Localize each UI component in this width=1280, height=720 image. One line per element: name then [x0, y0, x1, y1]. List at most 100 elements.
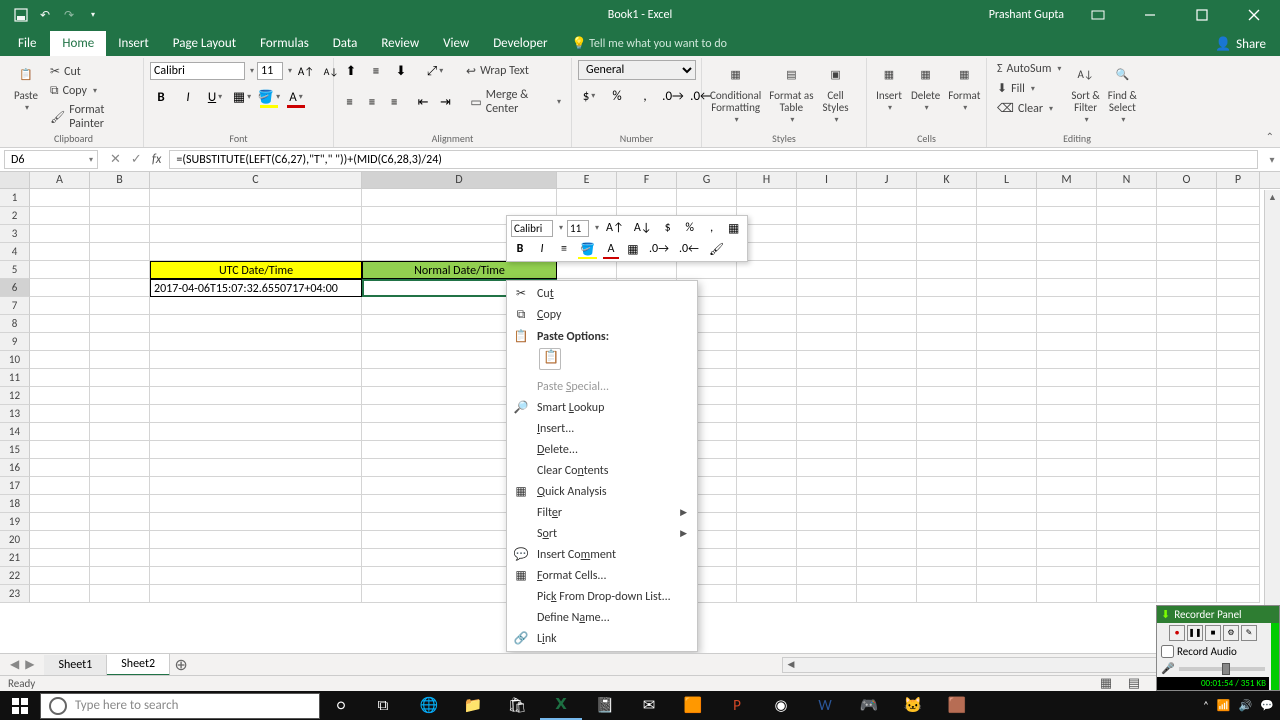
row-header-14[interactable]: 14	[0, 423, 30, 441]
cell-J17[interactable]	[857, 477, 917, 495]
cell-B10[interactable]	[90, 351, 150, 369]
cell-O21[interactable]	[1157, 549, 1217, 567]
cell-H10[interactable]	[737, 351, 797, 369]
cell-P23[interactable]	[1217, 585, 1260, 603]
scroll-up-icon[interactable]: ▲	[1265, 190, 1280, 206]
cell-J10[interactable]	[857, 351, 917, 369]
cell-M3[interactable]	[1037, 225, 1097, 243]
cell-B3[interactable]	[90, 225, 150, 243]
cell-K10[interactable]	[917, 351, 977, 369]
cell-O3[interactable]	[1157, 225, 1217, 243]
recorder-record-icon[interactable]: ●	[1169, 625, 1185, 641]
cell-A15[interactable]	[30, 441, 90, 459]
row-header-8[interactable]: 8	[0, 315, 30, 333]
cell-A13[interactable]	[30, 405, 90, 423]
cell-H6[interactable]	[737, 279, 797, 297]
decrease-indent-icon[interactable]: ⇤	[413, 91, 432, 113]
cell-M13[interactable]	[1037, 405, 1097, 423]
cell-C20[interactable]	[150, 531, 362, 549]
taskbar-word-icon[interactable]: W	[804, 691, 846, 720]
increase-indent-icon[interactable]: ⇥	[436, 91, 455, 113]
cell-C22[interactable]	[150, 567, 362, 585]
cell-C15[interactable]	[150, 441, 362, 459]
cell-N14[interactable]	[1097, 423, 1157, 441]
cell-N13[interactable]	[1097, 405, 1157, 423]
find-select-button[interactable]: 🔍Find & Select▾	[1106, 60, 1139, 127]
cell-O12[interactable]	[1157, 387, 1217, 405]
cell-O19[interactable]	[1157, 513, 1217, 531]
col-header-N[interactable]: N	[1097, 172, 1157, 188]
undo-icon[interactable]: ↶	[36, 6, 54, 24]
row-header-1[interactable]: 1	[0, 189, 30, 207]
format-painter-button[interactable]: 🖌Format Painter	[46, 101, 137, 133]
tab-view[interactable]: View	[431, 31, 481, 56]
format-cells-button[interactable]: ▦Format▾	[946, 60, 982, 115]
row-header-23[interactable]: 23	[0, 585, 30, 603]
menu-copy[interactable]: ⧉Copy	[507, 304, 697, 325]
cell-K1[interactable]	[917, 189, 977, 207]
cell-L20[interactable]	[977, 531, 1037, 549]
sheet-nav-prev-icon[interactable]: ◀	[10, 657, 19, 672]
cell-O18[interactable]	[1157, 495, 1217, 513]
cell-K18[interactable]	[917, 495, 977, 513]
cell-A23[interactable]	[30, 585, 90, 603]
cell-K15[interactable]	[917, 441, 977, 459]
mini-currency-icon[interactable]: $	[659, 219, 677, 237]
cell-L19[interactable]	[977, 513, 1037, 531]
cell-C1[interactable]	[150, 189, 362, 207]
col-header-J[interactable]: J	[857, 172, 917, 188]
col-header-L[interactable]: L	[977, 172, 1037, 188]
cell-N4[interactable]	[1097, 243, 1157, 261]
cell-J12[interactable]	[857, 387, 917, 405]
cell-P16[interactable]	[1217, 459, 1260, 477]
recorder-settings-icon[interactable]: ⚙	[1223, 625, 1239, 641]
align-middle-icon[interactable]: ≡	[365, 60, 387, 82]
copy-button[interactable]: ⧉Copy▾	[46, 82, 137, 100]
cell-I16[interactable]	[797, 459, 857, 477]
cell-B14[interactable]	[90, 423, 150, 441]
mini-italic-icon[interactable]: I	[533, 240, 551, 258]
cell-J15[interactable]	[857, 441, 917, 459]
cell-J4[interactable]	[857, 243, 917, 261]
row-header-10[interactable]: 10	[0, 351, 30, 369]
cell-H7[interactable]	[737, 297, 797, 315]
comma-format-button[interactable]: ,	[634, 85, 656, 107]
cell-H5[interactable]	[737, 261, 797, 279]
cell-B11[interactable]	[90, 369, 150, 387]
cell-P19[interactable]	[1217, 513, 1260, 531]
cell-P17[interactable]	[1217, 477, 1260, 495]
cell-M21[interactable]	[1037, 549, 1097, 567]
orientation-icon[interactable]: ⤢▾	[424, 60, 446, 82]
cell-C21[interactable]	[150, 549, 362, 567]
align-right-icon[interactable]: ≡	[385, 91, 404, 113]
audio-slider[interactable]	[1179, 667, 1265, 671]
increase-decimal-button[interactable]: .0→	[662, 85, 684, 107]
cell-O2[interactable]	[1157, 207, 1217, 225]
cell-L5[interactable]	[977, 261, 1037, 279]
cell-I11[interactable]	[797, 369, 857, 387]
qat-customize-icon[interactable]: ▾	[84, 6, 102, 24]
cell-N9[interactable]	[1097, 333, 1157, 351]
col-header-B[interactable]: B	[90, 172, 150, 188]
cell-J1[interactable]	[857, 189, 917, 207]
col-header-O[interactable]: O	[1157, 172, 1217, 188]
cell-N18[interactable]	[1097, 495, 1157, 513]
expand-formula-bar-icon[interactable]: ▾	[1264, 148, 1280, 171]
taskbar-app4-icon[interactable]: 🟫	[936, 691, 978, 720]
row-header-4[interactable]: 4	[0, 243, 30, 261]
recorder-pause-icon[interactable]: ❚❚	[1187, 625, 1203, 641]
cell-O1[interactable]	[1157, 189, 1217, 207]
cell-P6[interactable]	[1217, 279, 1260, 297]
menu-cut[interactable]: ✂Cut	[507, 283, 697, 304]
taskbar-powerpoint-icon[interactable]: P	[716, 691, 758, 720]
tab-formulas[interactable]: Formulas	[248, 31, 321, 56]
mini-shrink-font-icon[interactable]: A↓	[631, 219, 655, 237]
fx-icon[interactable]: fx	[152, 152, 162, 167]
taskbar-onenote-icon[interactable]: 📓	[584, 691, 626, 720]
cell-J6[interactable]	[857, 279, 917, 297]
cell-J18[interactable]	[857, 495, 917, 513]
cell-N16[interactable]	[1097, 459, 1157, 477]
cell-B6[interactable]	[90, 279, 150, 297]
cell-I6[interactable]	[797, 279, 857, 297]
cell-J5[interactable]	[857, 261, 917, 279]
